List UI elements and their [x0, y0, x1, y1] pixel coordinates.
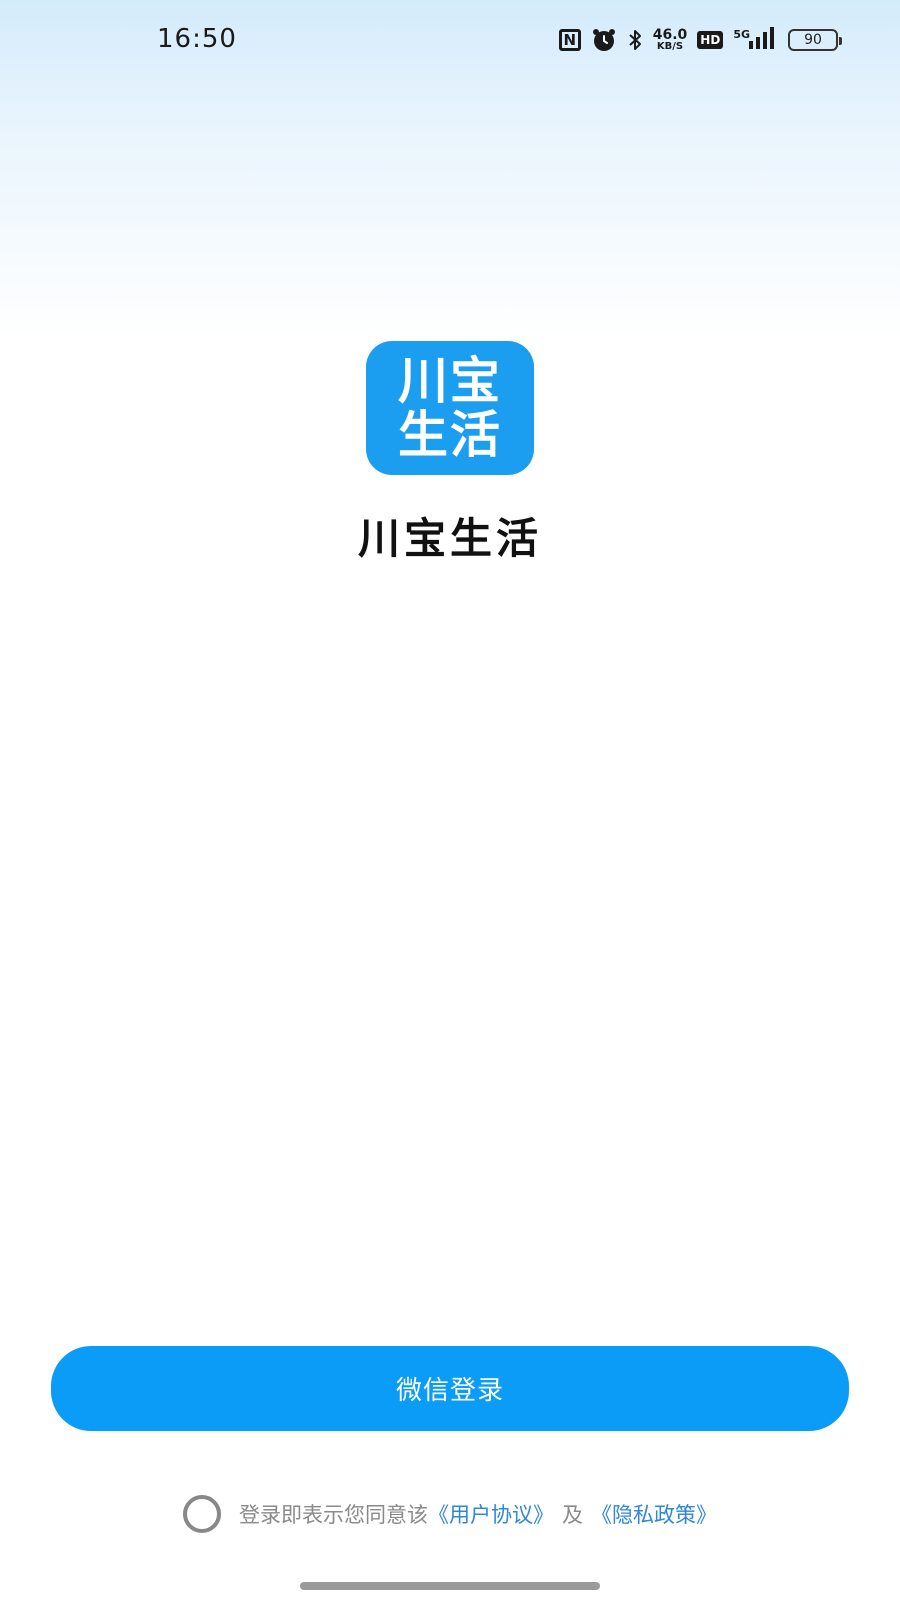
home-indicator[interactable] [300, 1582, 600, 1590]
status-bar: 16:50 N 46.0 KB/S HD 5G 90 [0, 0, 900, 80]
agree-checkbox[interactable] [183, 1495, 221, 1533]
battery-level: 90 [804, 32, 822, 48]
battery-icon: 90 [788, 29, 842, 51]
network-type-label: 5G [733, 27, 750, 41]
agreement-prefix: 登录即表示您同意该 [239, 1503, 428, 1527]
wechat-login-button[interactable]: 微信登录 [51, 1346, 849, 1431]
app-name: 川宝生活 [357, 514, 542, 563]
privacy-policy-link[interactable]: 《隐私政策》 [591, 1499, 717, 1529]
signal-icon [748, 27, 774, 53]
status-icons: N 46.0 KB/S HD 5G 90 [558, 24, 842, 56]
network-speed-unit: KB/S [656, 41, 684, 52]
bluetooth-icon [627, 28, 643, 52]
hd-icon: HD [697, 31, 724, 49]
alarm-icon [591, 27, 617, 53]
agreement-row: 登录即表示您同意该 《用户协议》 及 《隐私政策》 [0, 1494, 900, 1534]
user-agreement-link[interactable]: 《用户协议》 [428, 1499, 554, 1529]
app-logo: 川宝 生活 [366, 341, 534, 475]
signal-group: 5G [733, 27, 774, 53]
app-logo-line2: 生活 [398, 406, 502, 464]
nfc-icon: N [558, 29, 581, 51]
agreement-and: 及 [562, 1503, 583, 1527]
status-time: 16:50 [157, 24, 237, 54]
network-speed: 46.0 KB/S [653, 28, 688, 52]
network-speed-value: 46.0 [652, 27, 688, 43]
app-logo-line1: 川宝 [398, 352, 502, 410]
